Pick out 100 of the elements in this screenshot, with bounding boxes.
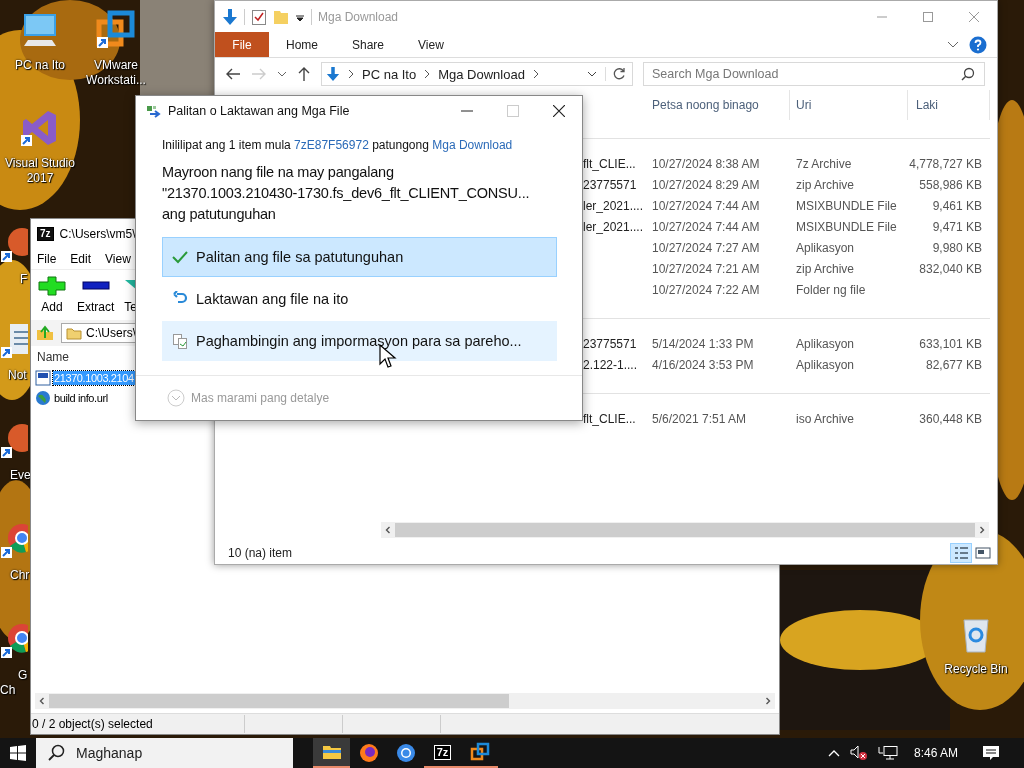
move-files-icon [146,104,162,118]
down-arrow-icon[interactable] [222,7,238,26]
details-view-icon[interactable] [951,544,971,562]
menu-item[interactable]: File [37,252,57,266]
status-text: 10 (na) item [228,546,293,560]
status-text: 0 / 2 object(s) selected [31,717,154,731]
column-header[interactable]: Petsa noong binago [646,90,790,120]
date-cell: 10/27/2024 7:44 AM [652,219,760,234]
back-arrow-icon[interactable] [225,67,241,81]
type-cell: iso Archive [796,411,855,426]
size-cell: 9,980 KB [932,240,982,255]
menu-item[interactable]: View [105,252,131,266]
date-cell: 10/27/2024 8:29 AM [652,177,760,192]
windows-logo-icon[interactable] [10,745,26,761]
type-cell: zip Archive [796,261,855,276]
column-header[interactable]: Uri [790,90,908,120]
folder-icon [66,326,82,340]
ribbon-tab[interactable]: View [401,32,461,57]
option-button[interactable]: Paghambingin ang impormasyon para sa pareho... [162,321,557,361]
file-name[interactable]: ler_2021.... [583,198,644,213]
file-name[interactable]: 2.122-1.... [583,357,638,372]
help-icon[interactable] [969,35,987,54]
chevron-icon[interactable] [947,40,959,49]
maximize-icon [923,11,933,22]
type-cell: Aplikasyon [796,336,855,351]
chevron-icon [424,69,431,79]
folder-up-icon[interactable] [35,324,55,342]
file-name[interactable]: flt_CLIE... [583,156,636,171]
date-cell: 5/6/2021 7:51 AM [652,411,747,426]
search-icon[interactable] [961,67,975,81]
speaker-muted-icon[interactable] [849,745,868,761]
chevron-circle-icon [167,389,185,407]
notification-icon[interactable] [982,744,1000,762]
menu-item[interactable]: Edit [70,252,92,266]
overlapping-squares-icon [469,742,490,762]
size-cell: 9,471 KB [932,219,982,234]
search-field[interactable]: Search Mga Download [643,62,985,86]
large-icons-view-icon[interactable] [973,544,993,562]
file-name[interactable]: flt_CLIE... [583,411,636,426]
horizontal-scrollbar[interactable] [35,693,775,709]
up-arrow-icon[interactable] [297,66,311,82]
down-arrow-icon [326,66,340,82]
type-cell: Aplikasyon [796,240,855,255]
network-icon[interactable] [877,745,898,761]
size-cell: 558,986 KB [919,177,982,192]
address-bar[interactable]: PC na Ito Mga Download [321,62,633,86]
size-cell: 82,677 KB [925,357,982,372]
desktop-icon-label: F [19,272,29,287]
desktop-icon-label: G Ch [0,668,29,698]
desktop-icon-label: PC na Ito [15,58,65,73]
folder-link[interactable]: Mga Download [432,138,513,152]
checkmark-icon [172,249,188,265]
message-text: Mayroon nang file na may pangalang "21370.1003.210430-1730.fs_dev6_flt_CLIENT_CONSU... ang patutunguhan [162,163,531,224]
globe-icon [35,390,51,406]
file-menu-tab[interactable]: File [215,32,269,57]
info-text: Inililipat ang 1 item mula 7zE87F56972 patungong Mga Download [162,138,514,152]
taskbar-app-button[interactable]: 7z [424,738,461,768]
date-cell: 10/27/2024 7:27 AM [652,240,760,255]
size-cell: 832,040 KB [919,261,982,276]
file-name[interactable]: 23775571 [583,177,637,192]
toolbar-button[interactable]: Add [35,270,69,314]
plus-icon [37,276,67,296]
date-cell: 10/27/2024 7:44 AM [652,198,760,213]
chevron-icon[interactable] [532,69,539,79]
date-cell: 10/27/2024 7:21 AM [652,261,760,276]
circle-logo-icon [395,743,416,763]
file-name[interactable]: build info.url [53,391,109,405]
date-cell: 4/16/2024 3:53 PM [652,357,754,372]
chevron-icon[interactable] [277,70,287,78]
overlapping-squares-icon[interactable] [96,10,136,50]
option-button[interactable]: Palitan ang file sa patutunguhan [162,237,557,277]
taskbar-app-button[interactable] [313,738,350,768]
search-icon [48,744,66,762]
desktop-icon-label: Chr [9,568,30,583]
chevron-up-icon[interactable] [827,749,840,757]
close-icon [969,11,979,22]
type-cell: MSIXBUNDLE File [796,198,897,213]
desktop-icon-label: VMware Workstati... [85,58,147,88]
app-logo: 7z [37,227,54,241]
close-icon [553,105,565,117]
size-cell: 4,778,727 KB [909,156,982,171]
ribbon-tab[interactable]: Share [335,32,402,57]
window-title: C:\Users\vm5\ [59,227,136,241]
file-name[interactable]: 23775571 [583,336,637,351]
type-cell: MSIXBUNDLE File [796,219,897,234]
horizontal-scrollbar[interactable] [381,522,989,538]
folder-link[interactable]: 7zE87F56972 [294,138,369,152]
file-name[interactable]: ler_2021.... [583,219,644,234]
search-field[interactable]: Maghanap [36,738,293,768]
ribbon-tab[interactable]: Home [269,32,335,57]
date-cell: 5/14/2024 1:33 PM [652,336,754,351]
checkbox-icon[interactable] [251,7,267,26]
column-header[interactable]: Laki [908,90,990,120]
clock-text[interactable]: 8:46 AM [913,746,958,760]
dropdown-caret-icon[interactable] [587,70,597,78]
chevron-icon [348,69,354,79]
toolbar-button[interactable]: Extract [75,270,117,314]
size-cell: 633,101 KB [919,336,982,351]
desktop-icon-label: Recycle Bin [944,662,1008,677]
window-title: Palitan o Laktawan ang Mga File [168,104,350,118]
